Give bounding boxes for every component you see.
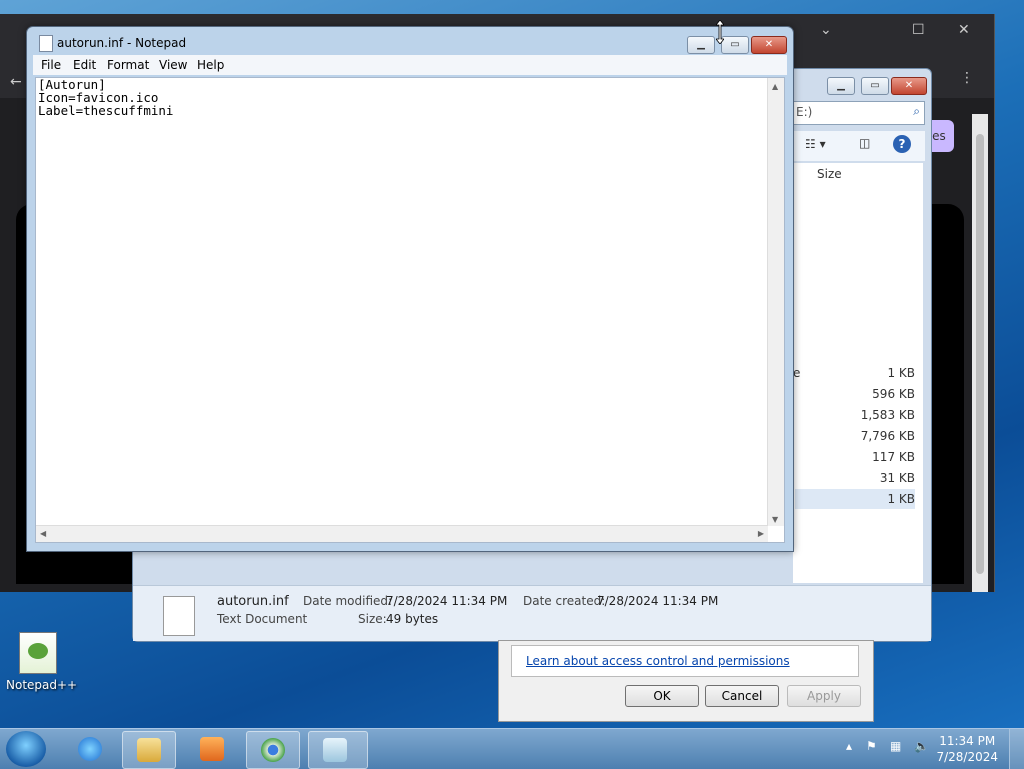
show-desktop-button[interactable] <box>1009 729 1024 769</box>
window-title: autorun.inf - Notepad <box>57 36 187 50</box>
clock-date: 7/28/2024 <box>936 750 998 764</box>
cancel-button[interactable]: Cancel <box>705 685 779 707</box>
browser-scrollbar[interactable] <box>972 114 988 592</box>
taskbar-notepad[interactable] <box>308 731 368 769</box>
scroll-down-icon[interactable]: ▼ <box>772 515 778 524</box>
search-icon[interactable]: ⌕ <box>913 104 920 119</box>
properties-dialog: Learn about access control and permissio… <box>498 640 874 722</box>
network-icon[interactable]: ▦ <box>890 739 901 753</box>
ok-button[interactable]: OK <box>625 685 699 707</box>
menu-file[interactable]: File <box>41 58 61 72</box>
explorer-close-button[interactable]: ✕ <box>891 77 927 95</box>
menu-view[interactable]: View <box>159 58 187 72</box>
folder-icon <box>137 738 161 762</box>
size-value: 49 bytes <box>386 612 439 626</box>
internet-explorer-icon <box>78 737 102 761</box>
menu-help[interactable]: Help <box>197 58 224 72</box>
close-icon[interactable]: ✕ <box>958 22 970 38</box>
vertical-scrollbar[interactable]: ▲ ▼ <box>767 78 784 526</box>
details-filename: autorun.inf <box>217 594 289 609</box>
file-size-cell[interactable]: 1 KB <box>795 363 915 383</box>
size-column-header[interactable]: Size <box>817 167 842 181</box>
back-arrow-icon[interactable]: ← <box>10 74 22 90</box>
date-modified-label: Date modified: <box>303 594 393 608</box>
explorer-minimize-button[interactable]: ▁ <box>827 77 855 95</box>
file-list: Size e 1 KB 596 KB 1,583 KB 7,796 KB 117… <box>793 163 923 583</box>
date-created-value: 7/28/2024 11:34 PM <box>597 594 719 608</box>
maximize-button[interactable]: ▭ <box>721 36 749 54</box>
media-player-icon <box>200 737 224 761</box>
file-size-cell[interactable]: 7,796 KB <box>795 426 915 446</box>
flag-icon[interactable]: ⚑ <box>866 739 877 753</box>
start-button[interactable] <box>6 731 46 767</box>
notepad-icon <box>39 35 53 52</box>
horizontal-scrollbar[interactable]: ◀ ▶ <box>36 525 768 542</box>
details-pane: autorun.inf Text Document Date modified:… <box>133 585 931 641</box>
view-options-icon[interactable]: ☷ ▾ <box>805 137 826 151</box>
size-label: Size: <box>358 612 387 626</box>
notepad-window: autorun.inf - Notepad ▁ ▭ ✕ File Edit Fo… <box>26 26 794 552</box>
explorer-toolbar: ☷ ▾ ◫ ? <box>793 131 925 161</box>
file-size-cell[interactable]: 31 KB <box>795 468 915 488</box>
scroll-right-icon[interactable]: ▶ <box>758 529 764 538</box>
file-size-cell-selected[interactable]: 1 KB <box>795 489 915 509</box>
scrollbar-thumb[interactable] <box>976 134 984 574</box>
scroll-left-icon[interactable]: ◀ <box>40 529 46 538</box>
minimize-button[interactable]: ▁ <box>687 36 715 54</box>
file-size-cell[interactable]: 1,583 KB <box>795 405 915 425</box>
explorer-restore-button[interactable]: ▭ <box>861 77 889 95</box>
apply-button[interactable]: Apply <box>787 685 861 707</box>
menu-format[interactable]: Format <box>107 58 149 72</box>
date-created-label: Date created: <box>523 594 606 608</box>
editor-content[interactable]: [Autorun] Icon=favicon.ico Label=thescuf… <box>38 78 173 117</box>
chrome-icon <box>261 738 285 762</box>
maximize-icon[interactable]: ☐ <box>912 22 925 38</box>
details-type: Text Document <box>217 612 308 626</box>
file-size-cell[interactable]: 117 KB <box>795 447 915 467</box>
desktop-icon-label: Notepad++ <box>6 678 78 692</box>
taskbar-chrome[interactable] <box>246 731 300 769</box>
search-placeholder: E:) <box>796 105 813 119</box>
clock-time: 11:34 PM <box>939 734 996 748</box>
text-document-icon <box>163 596 195 636</box>
notepadpp-icon <box>19 632 57 674</box>
taskbar-explorer[interactable] <box>122 731 176 769</box>
access-control-link[interactable]: Learn about access control and permissio… <box>526 654 790 668</box>
notepad-icon <box>323 738 347 762</box>
scroll-up-icon[interactable]: ▲ <box>772 82 778 91</box>
menu-bar: File Edit Format View Help <box>33 55 787 75</box>
preview-pane-icon[interactable]: ◫ <box>859 136 870 150</box>
search-input[interactable]: E:) ⌕ <box>793 101 925 125</box>
text-editor[interactable]: [Autorun] Icon=favicon.ico Label=thescuf… <box>35 77 785 543</box>
resize-cursor-icon <box>715 19 725 45</box>
permissions-box: Learn about access control and permissio… <box>511 645 859 677</box>
taskbar-media-player[interactable] <box>186 731 238 767</box>
taskbar: ▴ ⚑ ▦ 🔈 11:34 PM 7/28/2024 <box>0 728 1024 769</box>
show-hidden-icons-icon[interactable]: ▴ <box>846 739 852 753</box>
menu-edit[interactable]: Edit <box>73 58 96 72</box>
close-button[interactable]: ✕ <box>751 36 787 54</box>
date-modified-value: 7/28/2024 11:34 PM <box>386 594 508 608</box>
more-menu-icon[interactable]: ⋮ <box>960 70 974 86</box>
desktop-shortcut-notepadpp[interactable]: Notepad++ <box>6 632 77 692</box>
system-clock[interactable]: 11:34 PM 7/28/2024 <box>936 733 998 765</box>
help-icon[interactable]: ? <box>893 135 911 153</box>
volume-muted-icon[interactable]: 🔈 <box>914 739 929 753</box>
taskbar-ie[interactable] <box>64 731 116 767</box>
chevron-down-icon[interactable]: ⌄ <box>820 22 832 38</box>
file-size-cell[interactable]: 596 KB <box>795 384 915 404</box>
